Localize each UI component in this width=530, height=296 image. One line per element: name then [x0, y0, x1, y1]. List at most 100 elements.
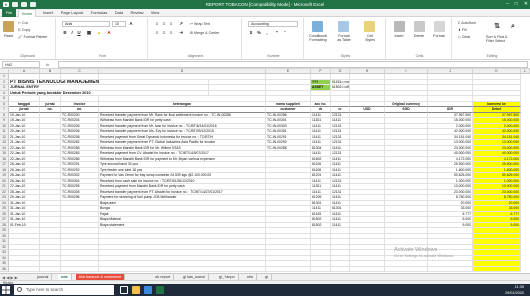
cell[interactable]	[311, 266, 331, 272]
formula-input[interactable]	[58, 61, 528, 68]
cell[interactable]	[61, 266, 99, 272]
tab-insert[interactable]: Insert	[40, 9, 56, 17]
file-explorer-icon[interactable]	[132, 286, 140, 294]
cell-styles-icon[interactable]	[364, 21, 375, 32]
cells-group: Insert Delete Format Cells	[388, 18, 452, 59]
tab-data[interactable]: Data	[112, 9, 126, 17]
align-left-icon[interactable]: ≡	[154, 30, 160, 36]
fill-button[interactable]: ⬇ Fill	[458, 28, 467, 32]
tab-file[interactable]: File	[2, 9, 16, 17]
save-icon[interactable]	[12, 2, 18, 7]
underline-button[interactable]: U	[76, 30, 82, 36]
redo-icon[interactable]	[30, 2, 36, 7]
browser-icon[interactable]	[144, 286, 152, 294]
increase-decimal-icon[interactable]: ⁺	[274, 30, 280, 36]
column-header[interactable]: L	[521, 69, 530, 74]
format-button[interactable]: Format	[428, 34, 450, 38]
cell[interactable]	[331, 266, 350, 272]
excel-taskbar-icon[interactable]	[156, 286, 164, 294]
undo-icon[interactable]	[21, 2, 27, 7]
paste-button[interactable]: Paste	[4, 34, 13, 38]
copy-button[interactable]: ⎘ Copy	[18, 28, 30, 32]
windows-start-icon[interactable]	[2, 286, 10, 294]
cell[interactable]	[40, 266, 61, 272]
tab-formulas[interactable]: Formulas	[88, 9, 110, 17]
cell[interactable]	[428, 266, 473, 272]
grow-font-button[interactable]: A	[128, 21, 134, 27]
decrease-decimal-icon[interactable]: ⁻	[282, 30, 288, 36]
maximize-icon[interactable]: □	[515, 1, 518, 8]
align-middle-icon[interactable]: ≡	[161, 21, 167, 27]
taskbar-search-input[interactable]: Type here to search	[14, 285, 114, 295]
insert-button[interactable]: Insert	[388, 34, 410, 38]
minimize-icon[interactable]: –	[506, 1, 509, 8]
taskbar-clock[interactable]: 11:39 29/01/2020	[505, 284, 524, 296]
tab-page-layout[interactable]: Page Layout	[58, 9, 86, 17]
sort-find-button[interactable]: Sort & Find & Filter Select	[486, 35, 507, 43]
percent-button[interactable]: %	[256, 30, 262, 36]
quick-access-toolbar: X	[3, 1, 36, 8]
align-center-icon[interactable]: ≡	[161, 30, 167, 36]
number-group: Accounting $ % , ⁺ ⁻ Number	[244, 18, 304, 59]
excel-window: X REPORT TOBACON [Compatibility Mode] - …	[0, 0, 530, 296]
fill-color-icon[interactable]: ▲	[96, 30, 102, 36]
ribbon-tabs: File Home Insert Page Layout Formulas Da…	[0, 9, 530, 17]
find-select-icon[interactable]: ⌕	[508, 22, 518, 32]
cell[interactable]	[9, 266, 40, 272]
wrap-text-button[interactable]: ↩ Wrap Text	[190, 22, 210, 26]
number-format-select[interactable]: Accounting	[248, 21, 298, 27]
font-group: Arial 10 A B I U ▦ ▲ A Font	[58, 18, 148, 59]
merge-center-button[interactable]: ⊞ Merge & Center	[190, 31, 219, 35]
align-bottom-icon[interactable]: ≡	[168, 21, 174, 27]
close-icon[interactable]: ✕	[524, 1, 528, 8]
autosum-button[interactable]: Σ AutoSum	[458, 21, 476, 25]
tab-view[interactable]: View	[148, 9, 162, 17]
format-cells-icon[interactable]	[434, 21, 445, 32]
tab-review[interactable]: Review	[128, 9, 146, 17]
cell[interactable]	[350, 266, 385, 272]
cut-button[interactable]: ✂ Cut	[18, 21, 28, 25]
bold-button[interactable]: B	[62, 30, 68, 36]
align-right-icon[interactable]: ≡	[168, 30, 174, 36]
conditional-formatting-icon[interactable]	[312, 21, 323, 32]
paste-icon[interactable]	[3, 21, 14, 32]
cells-label: Cells	[415, 54, 424, 58]
font-label: Font	[98, 54, 106, 58]
cell[interactable]	[473, 266, 521, 272]
format-table-icon[interactable]	[338, 21, 349, 32]
clear-button[interactable]: ◇ Clear	[458, 35, 470, 39]
format-table-button[interactable]: Format as Table	[332, 34, 356, 42]
cell-styles-button[interactable]: Cell Styles	[358, 34, 382, 42]
font-color-icon[interactable]: A	[106, 30, 112, 36]
font-size-select[interactable]: 10	[112, 21, 126, 27]
window-title: REPORT TOBACON [Compatibility Mode] - Mi…	[205, 2, 325, 7]
font-name-select[interactable]: Arial	[62, 21, 110, 27]
spreadsheet-grid[interactable]: A B C D E F G H I J K L 1 2 3 4 5 6 7 8 9 10 11 12 1…	[0, 69, 530, 280]
format-painter-button[interactable]: 🖌 Format Painter	[18, 35, 47, 39]
indent-icon[interactable]: ⇥	[178, 30, 184, 36]
cell[interactable]	[385, 266, 428, 272]
sort-filter-icon[interactable]: ⇅	[492, 22, 502, 32]
delete-cells-icon[interactable]	[414, 21, 425, 32]
currency-button[interactable]: $	[248, 30, 254, 36]
comma-button[interactable]: ,	[264, 30, 270, 36]
cell[interactable]	[99, 266, 266, 272]
delete-button[interactable]: Delete	[408, 34, 430, 38]
styles-label: Styles	[340, 54, 351, 58]
align-top-icon[interactable]: ≡	[154, 21, 160, 27]
orientation-icon[interactable]: ↗	[178, 21, 184, 27]
tab-home[interactable]: Home	[18, 9, 36, 17]
fx-icon[interactable]: fx	[46, 61, 49, 68]
cell[interactable]	[266, 266, 311, 272]
italic-button[interactable]: I	[69, 30, 75, 36]
borders-icon[interactable]: ▦	[86, 30, 92, 36]
task-view-icon[interactable]	[120, 286, 128, 294]
row-header[interactable]: 36	[0, 266, 9, 272]
cell[interactable]: Untuk Periode yang berakhir Desember 201…	[9, 90, 209, 96]
name-box[interactable]: H42	[2, 61, 40, 68]
conditional-formatting-button[interactable]: Conditional Formatting	[306, 34, 330, 42]
insert-cells-icon[interactable]	[394, 21, 405, 32]
number-label: Number	[267, 54, 280, 58]
alignment-label: Alignment	[187, 54, 204, 58]
styles-group: Conditional Formatting Format as Table Cel…	[306, 18, 386, 59]
